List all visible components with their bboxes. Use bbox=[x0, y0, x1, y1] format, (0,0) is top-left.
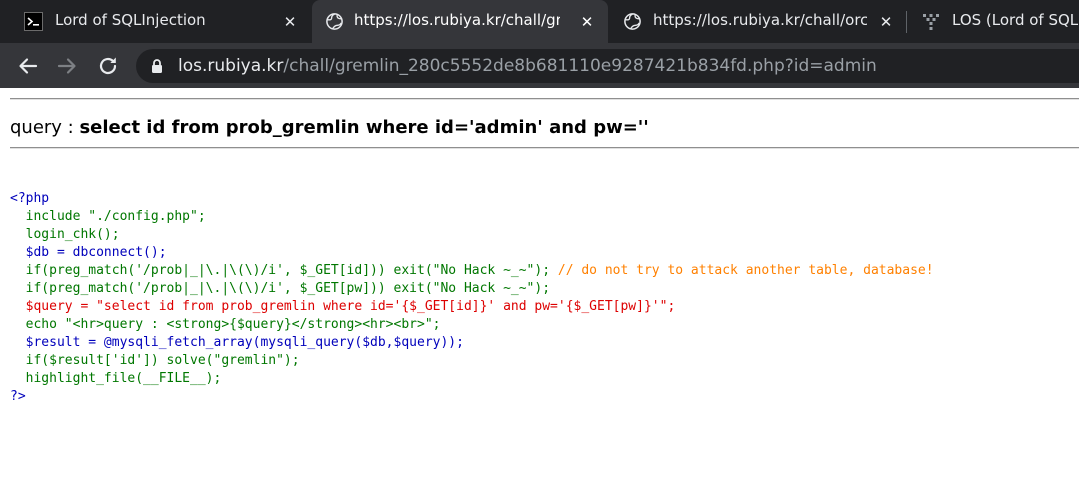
code-line-include: include "./config.php"; bbox=[10, 209, 206, 224]
code-line-highlight: highlight_file(__FILE__); bbox=[10, 371, 222, 386]
code-open-tag: <?php bbox=[10, 191, 50, 206]
tab-title: LOS (Lord of SQL injection) bbox=[952, 11, 1079, 29]
tab-title: Lord of SQLInjection bbox=[55, 11, 206, 29]
page-content: query : select id from prob_gremlin wher… bbox=[0, 88, 1079, 484]
code-line-query: $query = "select id from prob_gremlin wh… bbox=[10, 299, 676, 314]
code-close-tag: ?> bbox=[10, 389, 26, 404]
close-icon[interactable]: ✕ bbox=[876, 12, 896, 32]
globe-icon bbox=[624, 13, 641, 30]
query-label: query : bbox=[10, 117, 80, 138]
tab-los[interactable]: LOS (Lord of SQL injection) bbox=[908, 0, 1079, 43]
terminal-icon bbox=[24, 12, 43, 31]
url-path: /chall/gremlin_280c5552de8b681110e928742… bbox=[283, 56, 877, 76]
tab-title: https://los.rubiya.kr/chall/orc_60e5b360… bbox=[653, 11, 867, 29]
los-logo-icon bbox=[923, 14, 939, 30]
code-line-login: login_chk(); bbox=[10, 227, 120, 242]
query-text: select id from prob_gremlin where id='ad… bbox=[79, 117, 649, 138]
close-icon[interactable]: ✕ bbox=[280, 12, 300, 32]
close-icon[interactable]: ✕ bbox=[577, 12, 597, 32]
reload-icon[interactable] bbox=[94, 52, 122, 80]
tab-gremlin[interactable]: https://los.rubiya.kr/chall/gremlin_280c… bbox=[312, 0, 608, 43]
url-text[interactable]: los.rubiya.kr/chall/gremlin_280c5552de8b… bbox=[178, 56, 877, 76]
code-comment: // do not try to attack another table, d… bbox=[557, 263, 934, 278]
address-bar[interactable]: los.rubiya.kr/chall/gremlin_280c5552de8b… bbox=[136, 49, 1079, 83]
code-line-if2: if(preg_match('/prob|_|\.|\(\)/i', $_GET… bbox=[10, 281, 551, 296]
tab-lord-of-sqlinjection[interactable]: Lord of SQLInjection ✕ bbox=[0, 0, 310, 43]
lock-icon[interactable] bbox=[149, 58, 165, 74]
horizontal-rule bbox=[10, 147, 1079, 149]
browser-tab-strip: Lord of SQLInjection ✕ https://los.rubiy… bbox=[0, 0, 1079, 43]
browser-toolbar: los.rubiya.kr/chall/gremlin_280c5552de8b… bbox=[0, 43, 1079, 88]
horizontal-rule bbox=[10, 98, 1079, 100]
tab-separator bbox=[906, 11, 907, 33]
code-line-result: $result = @mysqli_fetch_array(mysqli_que… bbox=[10, 335, 464, 350]
tab-orc[interactable]: https://los.rubiya.kr/chall/orc_60e5b360… bbox=[610, 0, 906, 43]
php-source-code: <?php include "./config.php"; login_chk(… bbox=[10, 190, 934, 406]
globe-icon bbox=[326, 13, 343, 30]
url-host: los.rubiya.kr bbox=[178, 56, 284, 76]
query-output: query : select id from prob_gremlin wher… bbox=[10, 117, 649, 138]
back-arrow-icon[interactable] bbox=[14, 52, 42, 80]
code-line-solve: if($result['id']) solve("gremlin"); bbox=[10, 353, 300, 368]
forward-arrow-icon[interactable] bbox=[53, 52, 81, 80]
code-line-db: $db = dbconnect(); bbox=[10, 245, 167, 260]
code-line-echo: echo "<hr>query : <strong>{$query}</stro… bbox=[10, 317, 441, 332]
code-line-if1: if(preg_match('/prob|_|\.|\(\)/i', $_GET… bbox=[10, 263, 558, 278]
tab-title: https://los.rubiya.kr/chall/gremlin_280c… bbox=[354, 11, 560, 29]
